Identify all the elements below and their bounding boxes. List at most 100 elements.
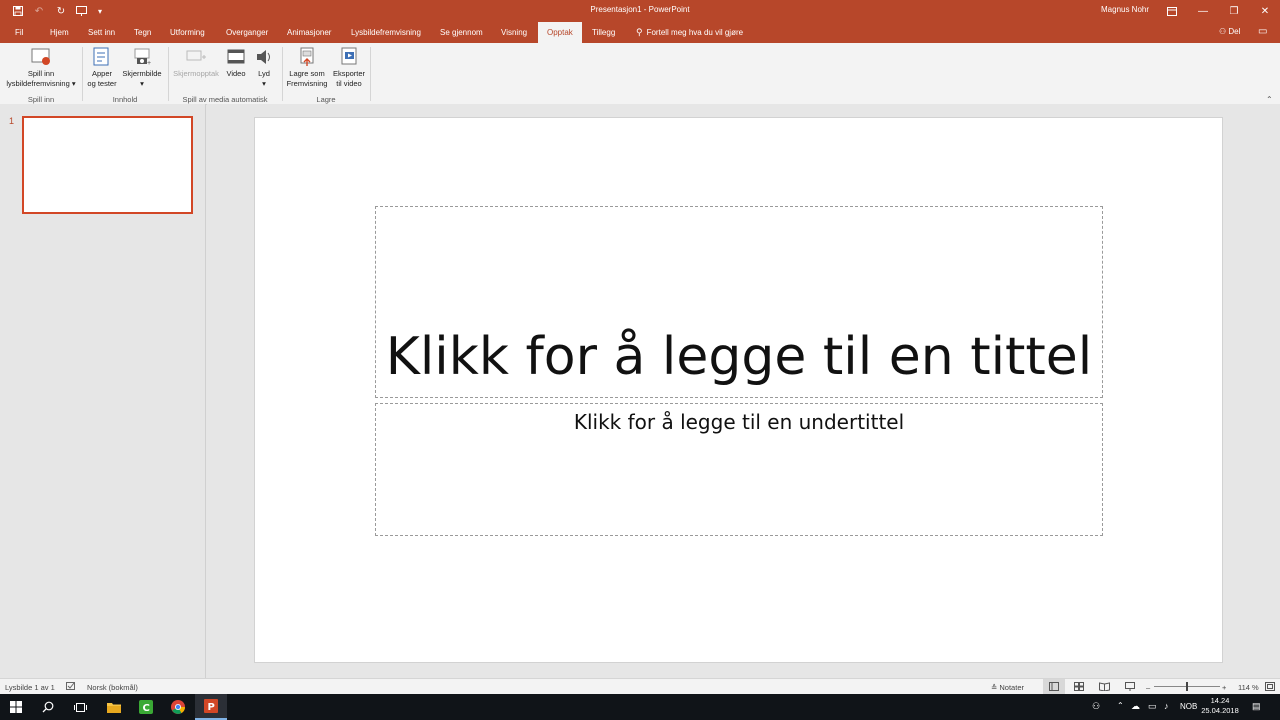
group-separator <box>168 47 169 101</box>
camera-icon: + <box>131 47 153 67</box>
record-slideshow-line2: lysbildefremvisning <box>6 79 70 88</box>
people-icon[interactable]: ⚇ <box>1092 701 1100 712</box>
tab-animasjoner[interactable]: Animasjoner <box>287 28 331 37</box>
window-title: Presentasjon1 - PowerPoint <box>590 5 690 14</box>
tab-sett-inn[interactable]: Sett inn <box>88 28 115 37</box>
group-label-record: Spill inn <box>27 95 55 104</box>
windows-start-icon[interactable] <box>0 694 32 720</box>
tell-me-box[interactable]: ⚲ Fortell meg hva du vil gjøre <box>636 27 743 38</box>
video-button[interactable]: Video <box>224 47 248 79</box>
zoom-in-icon[interactable]: + <box>1222 683 1226 692</box>
screen-recording-icon <box>185 47 207 67</box>
save-as-show-button[interactable]: Lagre som Fremvisning <box>285 47 329 89</box>
action-center-icon[interactable]: ▤ <box>1252 701 1261 712</box>
export-video-icon <box>338 47 360 67</box>
apps-tests-line2: og tester <box>87 79 117 88</box>
speaker-icon <box>253 47 275 67</box>
reading-view-icon[interactable] <box>1099 682 1110 693</box>
notes-label: Notater <box>999 683 1024 692</box>
title-placeholder[interactable]: Klikk for å legge til en tittel <box>375 206 1103 398</box>
group-label-content: Innhold <box>112 95 138 104</box>
close-icon[interactable]: ✕ <box>1250 0 1280 22</box>
tab-fil[interactable]: Fil <box>15 28 23 37</box>
tab-lysbildefremvisning[interactable]: Lysbildefremvisning <box>351 28 421 37</box>
subtitle-placeholder-text: Klikk for å legge til en undertittel <box>573 410 905 434</box>
camtasia-icon[interactable]: C <box>130 694 162 720</box>
fit-slide-icon[interactable] <box>1265 682 1275 693</box>
group-separator <box>282 47 283 101</box>
volume-icon[interactable]: ♪ <box>1164 701 1169 711</box>
screen-recording-button[interactable]: Skjermopptak <box>171 47 221 79</box>
slideshow-view-icon[interactable] <box>1125 682 1135 693</box>
thumbnail-number: 1 <box>9 116 15 126</box>
export-video-button[interactable]: Eksporter til video <box>331 47 367 89</box>
tell-me-text: Fortell meg hva du vil gjøre <box>646 28 744 37</box>
language[interactable]: Norsk (bokmål) <box>87 683 138 692</box>
person-icon: ⚇ <box>1219 27 1227 36</box>
screen-recording-label: Skjermopptak <box>173 69 219 78</box>
record-slideshow-button[interactable]: Spill inn lysbildefremvisning ▾ <box>2 47 80 89</box>
tab-opptak[interactable]: Opptak <box>538 22 582 43</box>
comments-icon[interactable]: ▭ <box>1258 26 1267 37</box>
group-separator <box>370 47 371 101</box>
status-bar: Lysbilde 1 av 1 Norsk (bokmål) ≙ Notater… <box>0 678 1280 694</box>
svg-text:C: C <box>143 703 150 714</box>
slide-sorter-icon[interactable] <box>1074 682 1084 693</box>
export-video-line1: Eksporter <box>332 69 366 78</box>
lightbulb-icon: ⚲ <box>636 27 643 37</box>
share-button[interactable]: ⚇ Del <box>1219 27 1240 36</box>
tab-overganger[interactable]: Overganger <box>226 28 268 37</box>
share-label: Del <box>1228 27 1241 36</box>
tab-utforming[interactable]: Utforming <box>170 28 205 37</box>
screenshot-button[interactable]: + Skjermbilde ▾ <box>120 47 164 89</box>
notes-button[interactable]: ≙ Notater <box>991 683 1024 692</box>
save-as-show-icon <box>296 47 318 67</box>
file-explorer-icon[interactable] <box>98 694 130 720</box>
save-as-show-line1: Lagre som <box>289 69 325 78</box>
zoom-level[interactable]: 114 % <box>1238 683 1259 692</box>
tab-visning[interactable]: Visning <box>501 28 527 37</box>
notes-icon: ≙ <box>991 683 998 692</box>
normal-view-glyph <box>1049 682 1059 693</box>
network-icon[interactable]: ▭ <box>1148 701 1157 712</box>
zoom-slider-thumb[interactable] <box>1186 682 1188 691</box>
ribbon-tabs: Fil Hjem Sett inn Tegn Utforming Overganger An… <box>0 22 1280 43</box>
minimize-icon[interactable]: — <box>1188 0 1218 22</box>
chrome-icon[interactable] <box>162 694 194 720</box>
svg-text:P: P <box>208 702 215 713</box>
restore-icon[interactable]: ❐ <box>1219 0 1249 22</box>
tab-tegn[interactable]: Tegn <box>134 28 151 37</box>
ribbon: Spill inn lysbildefremvisning ▾ Spill in… <box>0 43 1280 105</box>
group-label-save: Lagre <box>316 95 336 104</box>
spellcheck-icon[interactable] <box>66 682 76 693</box>
search-icon[interactable] <box>32 694 64 720</box>
svg-text:+: + <box>147 60 151 67</box>
dropdown-arrow-icon: ▾ <box>262 79 266 88</box>
group-separator <box>82 47 83 101</box>
apps-tests-icon <box>91 47 113 67</box>
group-label-automedia: Spill av media automatisk <box>182 95 268 104</box>
user-name[interactable]: Magnus Nohr <box>1101 5 1149 14</box>
tab-tillegg[interactable]: Tillegg <box>592 28 615 37</box>
input-language[interactable]: NOB <box>1180 702 1197 711</box>
record-slideshow-line1: Spill inn <box>27 69 55 78</box>
system-clock[interactable]: 14.24 25.04.2018 <box>1200 696 1240 716</box>
taskbar: C P ⚇ ⌃ ☁ ▭ ♪ NOB 14.24 25.04.2018 ▤ <box>0 694 1280 720</box>
onedrive-icon[interactable]: ☁ <box>1131 701 1140 712</box>
apps-tests-button[interactable]: Apper og tester <box>86 47 118 89</box>
ribbon-display-options-icon[interactable] <box>1157 0 1187 22</box>
show-hidden-icons-icon[interactable]: ⌃ <box>1117 701 1124 710</box>
powerpoint-taskbar-icon[interactable]: P <box>195 694 227 720</box>
slide-info[interactable]: Lysbilde 1 av 1 <box>5 683 55 692</box>
task-view-icon[interactable] <box>64 694 96 720</box>
save-as-show-line2: Fremvisning <box>286 79 328 88</box>
tab-hjem[interactable]: Hjem <box>50 28 69 37</box>
audio-button[interactable]: Lyd ▾ <box>252 47 276 89</box>
collapse-ribbon-icon[interactable]: ⌃ <box>1266 95 1273 104</box>
clock-date: 25.04.2018 <box>1201 706 1239 715</box>
tab-se-gjennom[interactable]: Se gjennom <box>440 28 483 37</box>
slide-thumbnail[interactable] <box>22 116 193 214</box>
record-slideshow-icon <box>30 47 52 67</box>
subtitle-placeholder[interactable]: Klikk for å legge til en undertittel <box>375 403 1103 536</box>
zoom-out-icon[interactable]: – <box>1146 683 1150 692</box>
